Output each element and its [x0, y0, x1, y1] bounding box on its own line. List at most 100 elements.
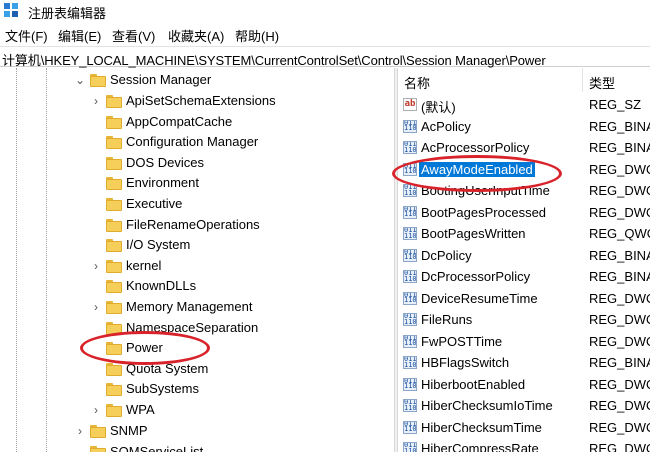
tree-node-session-manager[interactable]: ⌄ Session Manager — [0, 70, 394, 90]
tree-node-label: kernel — [126, 257, 162, 273]
value-row[interactable]: 011 110 DcPolicy REG_BINA — [398, 245, 650, 267]
value-row[interactable]: ab (默认) REG_SZ — [398, 94, 650, 116]
folder-open-icon — [90, 74, 106, 87]
value-row[interactable]: 011 110 FwPOSTTime REG_DWO — [398, 331, 650, 353]
binary-value-icon: 011 110 — [403, 162, 417, 176]
binary-value-icon: 011 110 — [403, 420, 417, 434]
tree-node-apisetschemaextensions[interactable]: › ApiSetSchemaExtensions — [0, 91, 394, 111]
values-list[interactable]: 名称 类型 ab (默认) REG_SZ 011 110 AcPolicy REG_BINA… — [398, 68, 650, 452]
value-row[interactable]: 011 110 BootPagesProcessed REG_DWO — [398, 202, 650, 224]
folder-icon — [106, 280, 122, 294]
tree-node-configuration-manager[interactable]: Configuration Manager — [0, 132, 394, 152]
tree-node-label: Quota System — [126, 360, 209, 376]
value-row[interactable]: 011 110 HiberChecksumIoTime REG_DWO — [398, 395, 650, 417]
menu-help[interactable]: 帮助(H) — [235, 26, 279, 45]
address-path[interactable]: 计算机\HKEY_LOCAL_MACHINE\SYSTEM\CurrentCon… — [2, 50, 546, 69]
tree-node-label: DOS Devices — [126, 154, 205, 170]
tree-node-appcompatcache[interactable]: AppCompatCache — [0, 112, 394, 132]
menu-edit[interactable]: 编辑(E) — [58, 26, 101, 45]
value-name: HiberChecksumTime — [421, 419, 542, 435]
tree-node-namespaceseparation[interactable]: NamespaceSeparation — [0, 318, 394, 338]
value-name: AwayModeEnabled — [419, 161, 535, 177]
tree-node-label: SQMServiceList — [110, 444, 204, 452]
column-header-name[interactable]: 名称 — [398, 68, 582, 92]
tree-node-environment[interactable]: Environment — [0, 173, 394, 193]
value-type: REG_DWO — [589, 441, 650, 452]
value-row[interactable]: 011 110 DcProcessorPolicy REG_BINA — [398, 266, 650, 288]
value-row[interactable]: 011 110 AwayModeEnabled REG_DWO — [398, 159, 650, 181]
tree-node-dos-devices[interactable]: DOS Devices — [0, 153, 394, 173]
value-type: REG_DWO — [589, 312, 650, 327]
binary-value-icon: 011 110 — [403, 334, 417, 348]
value-row[interactable]: 011 110 HiberbootEnabled REG_DWO — [398, 374, 650, 396]
tree-node-i-o-system[interactable]: I/O System — [0, 235, 394, 255]
value-row[interactable]: 011 110 HBFlagsSwitch REG_BINA — [398, 352, 650, 374]
string-value-icon: ab — [403, 98, 417, 111]
binary-value-icon: 011 110 — [403, 313, 417, 326]
value-row[interactable]: 011 110 HiberChecksumTime REG_DWO — [398, 417, 650, 439]
value-name: HiberbootEnabled — [421, 376, 526, 392]
value-name: AcProcessorPolicy — [421, 140, 530, 155]
expand-chevron-icon[interactable]: › — [91, 256, 101, 276]
tree-node-kernel[interactable]: › kernel — [0, 256, 394, 276]
value-name: DeviceResumeTime — [421, 290, 538, 306]
tree-node-power[interactable]: Power — [0, 338, 394, 358]
folder-icon — [106, 301, 122, 314]
value-row[interactable]: 011 110 AcProcessorPolicy REG_BINA — [398, 137, 650, 159]
tree-node-label: Executive — [126, 196, 183, 211]
expand-chevron-icon[interactable]: › — [91, 91, 101, 111]
tree-node-knowndlls[interactable]: KnownDLLs — [0, 276, 394, 296]
folder-icon — [106, 383, 122, 397]
tree-node-label: AppCompatCache — [126, 113, 233, 129]
tree-node-executive[interactable]: Executive — [0, 194, 394, 214]
binary-value-icon: 011 110 — [403, 248, 417, 262]
tree-node-label: WPA — [126, 402, 155, 417]
folder-icon — [106, 362, 122, 376]
binary-value-icon: 011 110 — [403, 291, 417, 305]
value-name: HiberChecksumIoTime — [421, 398, 553, 413]
tree-node-quota-system[interactable]: Quota System — [0, 359, 394, 379]
address-bar[interactable]: 计算机\HKEY_LOCAL_MACHINE\SYSTEM\CurrentCon… — [0, 46, 650, 69]
tree-node-filerenameoperations[interactable]: FileRenameOperations — [0, 215, 394, 235]
folder-icon — [90, 446, 106, 452]
binary-value-icon: 011 110 — [403, 399, 417, 412]
value-name: AcPolicy — [421, 118, 471, 134]
menu-bar: 文件(F) 编辑(E) 查看(V) 收藏夹(A) 帮助(H) — [0, 23, 650, 45]
binary-value-icon: 011 110 — [403, 442, 417, 452]
key-tree[interactable]: ⌄ Session Manager › ApiSetSchemaExtension… — [0, 68, 394, 452]
value-type: REG_DWO — [589, 333, 650, 349]
value-row[interactable]: 011 110 HiberCompressRate REG_DWO — [398, 438, 650, 452]
menu-file[interactable]: 文件(F) — [5, 26, 48, 45]
folder-icon — [106, 218, 122, 232]
menu-view[interactable]: 查看(V) — [112, 26, 155, 45]
value-type: REG_BINA — [589, 269, 650, 284]
tree-node-label: SNMP — [110, 423, 148, 438]
tree-node-label: NamespaceSeparation — [126, 319, 259, 335]
menu-favorites[interactable]: 收藏夹(A) — [168, 26, 224, 45]
column-header-type[interactable]: 类型 — [583, 68, 650, 92]
window-title: 注册表编辑器 — [28, 6, 107, 21]
value-row[interactable]: 011 110 DeviceResumeTime REG_DWO — [398, 288, 650, 310]
value-row[interactable]: 011 110 FileRuns REG_DWO — [398, 309, 650, 331]
binary-value-icon: 011 110 — [403, 270, 417, 283]
tree-node-wpa[interactable]: › WPA — [0, 400, 394, 420]
tree-node-label: Environment — [126, 175, 199, 191]
binary-value-icon: 011 110 — [403, 141, 417, 154]
tree-node-sqmservicelist[interactable]: SQMServiceList — [0, 442, 394, 452]
value-row[interactable]: 011 110 AcPolicy REG_BINA — [398, 116, 650, 138]
folder-icon — [106, 259, 122, 273]
binary-value-icon: 011 110 — [403, 205, 417, 219]
tree-node-label: FileRenameOperations — [126, 216, 260, 232]
value-type: REG_DWO — [589, 290, 650, 306]
expand-chevron-icon[interactable]: › — [91, 297, 101, 317]
value-name: (默认) — [421, 100, 456, 115]
expand-chevron-icon[interactable]: › — [91, 400, 101, 420]
folder-icon — [106, 404, 122, 417]
collapse-chevron-icon[interactable]: ⌄ — [75, 70, 85, 90]
value-row[interactable]: 011 110 BootingUserInputTime REG_DWO — [398, 180, 650, 202]
tree-node-snmp[interactable]: › SNMP — [0, 421, 394, 441]
tree-node-subsystems[interactable]: SubSystems — [0, 379, 394, 399]
value-row[interactable]: 011110 BootPagesWritten REG_QWO — [398, 223, 650, 245]
tree-node-memory-management[interactable]: › Memory Management — [0, 297, 394, 317]
expand-chevron-icon[interactable]: › — [75, 421, 85, 441]
